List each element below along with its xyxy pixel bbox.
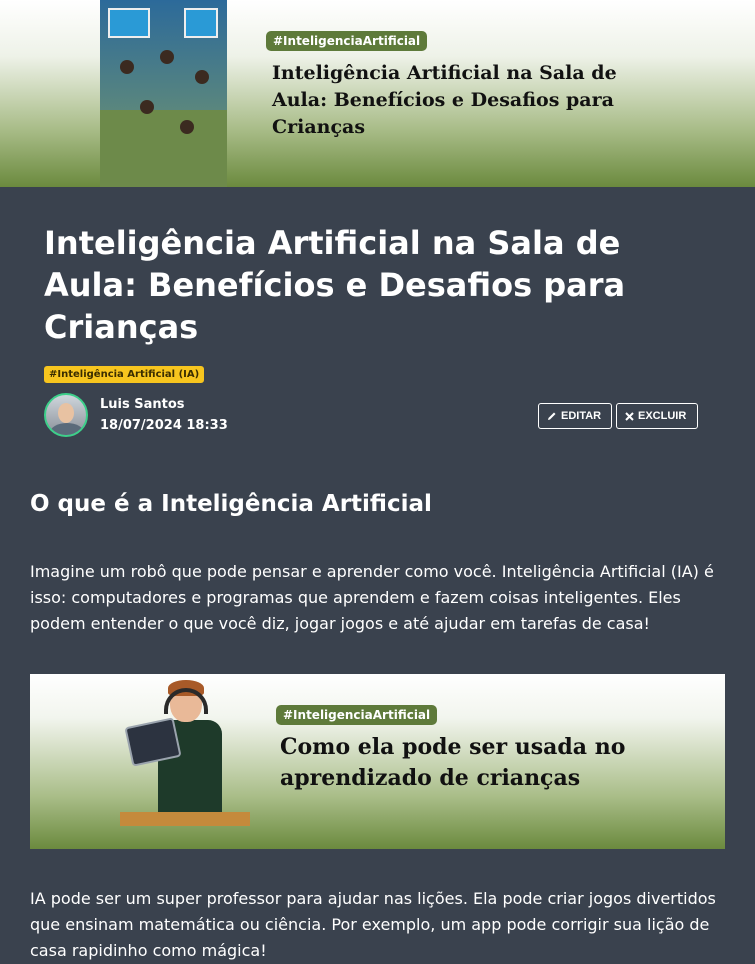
edit-button[interactable]: EDITAR [538, 403, 612, 429]
boy-with-tablet-image [120, 674, 250, 849]
hero-title: Inteligência Artificial na Sala de Aula:… [272, 62, 617, 138]
post-date: 18/07/2024 18:33 [100, 418, 228, 433]
author-name: Luis Santos [100, 397, 185, 412]
page-title: Inteligência Artificial na Sala de Aula:… [44, 224, 626, 346]
pencil-icon [548, 412, 556, 420]
paragraph: Imagine um robô que pode pensar e aprend… [30, 562, 714, 633]
desk-shape [100, 110, 227, 187]
screen-shape [108, 8, 150, 38]
hero-classroom-image [100, 0, 227, 187]
category-badge[interactable]: #Inteligência Artificial (IA) [44, 366, 205, 383]
edit-button-label: EDITAR [561, 410, 602, 422]
section-title: O que é a Inteligência Artificial [30, 491, 432, 517]
close-icon [625, 411, 634, 421]
banner-tag: #InteligenciaArtificial [276, 705, 438, 725]
hero-tag: #InteligenciaArtificial [266, 31, 428, 51]
kid-shape [180, 120, 194, 134]
kid-shape [195, 70, 209, 84]
kid-shape [140, 100, 154, 114]
banner-title: Como ela pode ser usada no aprendizado d… [280, 734, 626, 791]
hero-banner: #InteligenciaArtificial Inteligência Art… [0, 0, 755, 187]
delete-button[interactable]: EXCLUIR [616, 403, 698, 429]
kid-shape [160, 50, 174, 64]
screen-shape [184, 8, 218, 38]
delete-button-label: EXCLUIR [638, 410, 687, 422]
kid-shape [120, 60, 134, 74]
author-row: Luis Santos 18/07/2024 18:33 EDITAR EXCL… [30, 390, 725, 450]
post-content: Inteligência Artificial na Sala de Aula:… [0, 187, 755, 964]
avatar [44, 393, 88, 437]
content-banner: #InteligenciaArtificial Como ela pode se… [30, 674, 725, 849]
paragraph: IA pode ser um super professor para ajud… [30, 889, 716, 960]
